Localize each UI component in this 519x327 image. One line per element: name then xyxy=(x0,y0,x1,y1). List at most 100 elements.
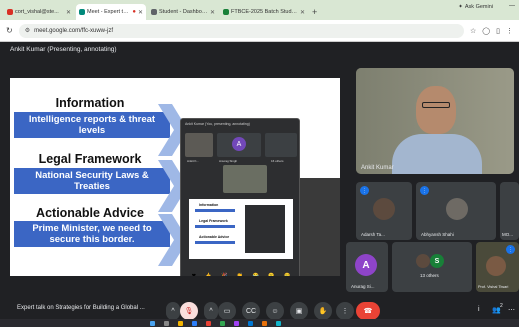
camera-options-button[interactable]: ^ xyxy=(204,302,218,320)
camera-toggle-button[interactable]: ▭ xyxy=(218,302,236,320)
reload-icon[interactable]: ↻ xyxy=(6,26,13,35)
presenter-shirt xyxy=(392,134,482,174)
gmail-favicon-icon xyxy=(7,9,13,15)
start-icon[interactable] xyxy=(150,320,155,326)
close-tab-icon[interactable]: ✕ xyxy=(66,9,71,16)
raise-hand-button[interactable]: ✋ xyxy=(314,302,332,320)
heart-icon: ❤ xyxy=(191,273,196,276)
wow-icon: 😮 xyxy=(268,273,275,276)
popup-avatar: A xyxy=(232,137,246,151)
taskbar-app-icon[interactable] xyxy=(248,320,253,326)
meet-favicon-icon xyxy=(79,9,85,15)
slide-heading-actionable: Actionable Advice xyxy=(36,206,144,220)
sheets-favicon-icon xyxy=(223,9,229,15)
recording-dot-icon: ● xyxy=(132,9,136,15)
taskbar-app-icon[interactable] xyxy=(206,320,211,326)
captions-icon: CC xyxy=(245,307,257,315)
others-avatar: S xyxy=(430,254,444,268)
sidepanel-icon[interactable]: ▯ xyxy=(496,27,500,35)
popup-tile-name: Anurag Singh xyxy=(219,159,238,163)
tab-label: FTBCE-2025 Batch Students Info xyxy=(231,9,298,15)
activities-icon[interactable]: ⋯ xyxy=(508,306,515,314)
browser-tab-dashboard[interactable]: Student - Dashboard ✕ xyxy=(148,4,218,20)
participant-name: MO... xyxy=(502,232,513,237)
meet-stage: Ankit Kumar (Presenting, annotating) Inf… xyxy=(0,42,519,327)
present-icon: ▣ xyxy=(295,308,303,315)
tab-label: Meet - Expert talk on Stra xyxy=(87,9,131,15)
participant-tile[interactable]: ⋮ Prof. Vishal Tiwari xyxy=(476,242,519,292)
extensions-icon[interactable]: ◯ xyxy=(482,27,490,35)
taskbar-app-icon[interactable] xyxy=(178,320,183,326)
slide-heading-legal: Legal Framework xyxy=(38,152,142,166)
browser-tab-sheet[interactable]: FTBCE-2025 Batch Students Info ✕ xyxy=(220,4,308,20)
url-field[interactable]: ⚙ meet.google.com/ffc-xuww-jzf xyxy=(18,23,465,38)
participant-avatar: A xyxy=(355,254,377,276)
taskbar-app-icon[interactable] xyxy=(192,320,197,326)
screen: cort_vishal@ste... ✕ Meet - Expert talk … xyxy=(0,0,519,327)
emoji-icon: ☺ xyxy=(271,307,279,315)
taskbar-app-icon[interactable] xyxy=(262,320,267,326)
url-text: meet.google.com/ffc-xuww-jzf xyxy=(34,27,114,34)
hand-icon: ✋ xyxy=(318,308,328,315)
bookmark-star-icon[interactable]: ☆ xyxy=(470,27,476,35)
presenting-label: Ankit Kumar (Presenting, annotating) xyxy=(10,46,117,53)
browser-tab-gmail[interactable]: cort_vishal@ste... ✕ xyxy=(4,4,74,20)
mic-toggle-button[interactable]: 🎙 xyxy=(180,302,198,320)
address-bar: ↻ ⚙ meet.google.com/ffc-xuww-jzf ☆ ◯ ▯ ⋮ xyxy=(0,20,519,42)
popup-reactions: ❤ 👍 🎉 👏 😂 😮 😢 xyxy=(187,271,295,276)
popup-tile-name: Ankit K... xyxy=(187,159,200,163)
ask-gemini-label: Ask Gemini xyxy=(464,4,493,10)
presenter-glasses xyxy=(422,102,450,108)
more-vert-icon: ⋮ xyxy=(341,308,349,315)
popup-tile-name: 16 others xyxy=(271,159,284,163)
mic-options-button[interactable]: ^ xyxy=(166,302,180,320)
presenter-camera-tile[interactable]: Ankit Kumar xyxy=(356,68,514,174)
taskbar-app-icon[interactable] xyxy=(276,320,281,326)
popup-tile xyxy=(185,133,213,157)
participant-name: Anurag Si... xyxy=(351,284,375,289)
taskbar-app-icon[interactable] xyxy=(220,320,225,326)
participant-count: 2 xyxy=(500,303,503,309)
minimize-icon[interactable]: — xyxy=(509,3,515,9)
taskbar-app-icon[interactable] xyxy=(234,320,239,326)
meeting-info-icon[interactable]: i xyxy=(478,306,480,313)
end-call-icon: ☎ xyxy=(363,308,373,315)
presenter-name: Ankit Kumar xyxy=(361,165,394,171)
close-tab-icon[interactable]: ✕ xyxy=(210,9,215,16)
search-icon[interactable] xyxy=(164,320,169,326)
captions-button[interactable]: CC xyxy=(242,302,260,320)
participant-tile[interactable]: A Anurag Si... xyxy=(346,242,388,292)
ask-gemini-button[interactable]: ✦ Ask Gemini xyxy=(458,4,493,10)
participant-photo xyxy=(446,198,468,220)
party-icon: 🎉 xyxy=(221,273,228,276)
participant-tile[interactable]: MO... xyxy=(500,182,519,240)
participant-tile[interactable]: ⋮ Adarsh Ta... xyxy=(356,182,412,240)
emoji-button[interactable]: ☺ xyxy=(266,302,284,320)
browser-menu-icon[interactable]: ⋮ xyxy=(506,27,513,35)
leave-call-button[interactable]: ☎ xyxy=(356,302,380,320)
camera-icon: ▭ xyxy=(223,308,231,315)
participant-tile[interactable]: ⋮ Abhyansh Shahi xyxy=(416,182,496,240)
participant-name: Abhyansh Shahi xyxy=(421,232,454,237)
participant-name: Adarsh Ta... xyxy=(361,232,385,237)
new-tab-button[interactable]: + xyxy=(312,4,317,20)
popup-top-label: Ankit Kumar (You, presenting, annotating… xyxy=(185,122,250,126)
site-info-icon[interactable]: ⚙ xyxy=(25,27,30,34)
popup-tile xyxy=(265,133,297,157)
thumbs-up-icon: 👍 xyxy=(205,273,212,276)
close-tab-icon[interactable]: ✕ xyxy=(138,9,143,16)
more-options-button[interactable]: ⋮ xyxy=(336,302,354,320)
presenter-person xyxy=(416,86,456,134)
browser-tab-meet[interactable]: Meet - Expert talk on Stra ● ✕ xyxy=(76,4,146,20)
popup-self-camera xyxy=(223,165,267,193)
participant-photo xyxy=(486,256,506,276)
participant-name: 13 others xyxy=(420,273,439,278)
laugh-icon: 😂 xyxy=(252,273,259,276)
participant-tile[interactable]: S 13 others xyxy=(392,242,472,292)
popup-slide-bar xyxy=(195,209,235,212)
speaking-indicator-icon: ⋮ xyxy=(506,245,515,254)
gemini-sparkle-icon: ✦ xyxy=(458,4,463,10)
present-button[interactable]: ▣ xyxy=(290,302,308,320)
window-controls[interactable]: — xyxy=(509,3,515,9)
close-tab-icon[interactable]: ✕ xyxy=(300,9,305,16)
